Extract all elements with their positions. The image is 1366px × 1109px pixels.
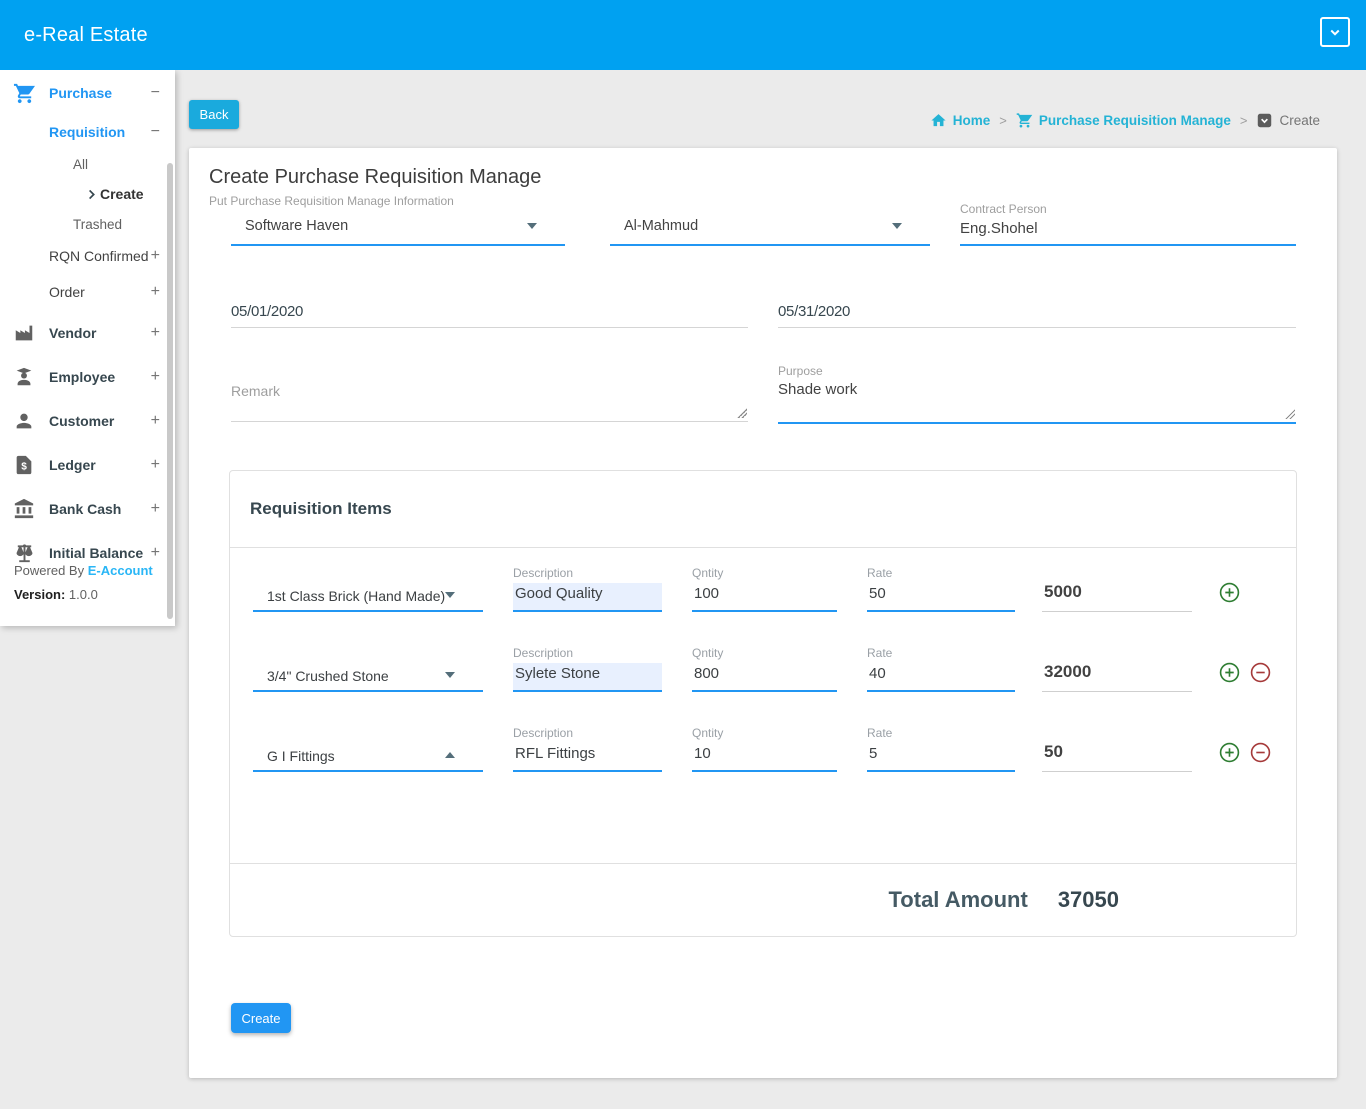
expand-icon[interactable]: + (151, 456, 160, 474)
remove-row-icon[interactable] (1249, 661, 1272, 684)
contract-person-field[interactable]: Contract Person Eng.Shohel (960, 202, 1296, 246)
sidebar-item-employee[interactable]: Employee + (0, 355, 175, 399)
add-row-icon[interactable] (1218, 581, 1241, 604)
person-icon (13, 410, 36, 433)
sidebar-item-all[interactable]: All (0, 149, 175, 179)
expand-icon[interactable]: + (151, 283, 160, 301)
requisition-item-row: G I Fittings Description RFL Fittings Qn… (230, 708, 1296, 788)
sidebar-item-create[interactable]: Create (0, 179, 175, 209)
svg-text:$: $ (21, 461, 27, 472)
sidebar-footer: Powered By E-Account Version: 1.0.0 (14, 559, 153, 607)
home-icon (930, 112, 947, 129)
expand-icon[interactable]: + (151, 500, 160, 518)
description-input[interactable]: Description RFL Fittings (513, 726, 662, 772)
create-box-icon (1256, 112, 1273, 129)
breadcrumb-separator: > (999, 113, 1007, 128)
chevron-down-icon (1326, 23, 1344, 41)
collapse-icon[interactable]: − (151, 84, 160, 102)
sidebar-item-requisition[interactable]: Requisition − (0, 115, 175, 149)
description-input[interactable]: Description Good Quality (513, 566, 662, 612)
rate-input[interactable]: Rate 5 (867, 726, 1015, 772)
caret-down-icon (527, 223, 537, 229)
total-amount-label: Total Amount (889, 887, 1028, 913)
factory-icon (13, 322, 36, 345)
start-date-input[interactable]: 05/01/2020 (231, 300, 748, 328)
app-title: e-Real Estate (24, 24, 148, 47)
requisition-item-row: 1st Class Brick (Hand Made) Description … (230, 548, 1296, 628)
breadcrumb: Home > Purchase Requisition Manage > Cre… (930, 112, 1320, 129)
page-subtitle: Put Purchase Requisition Manage Informat… (209, 194, 454, 208)
cart-icon (1016, 112, 1033, 129)
chevron-right-icon (84, 187, 99, 202)
graduate-icon (13, 366, 36, 389)
requested-by-select[interactable]: Al-Mahmud (610, 208, 930, 246)
qntity-input[interactable]: Qntity 800 (692, 646, 837, 692)
remark-textarea[interactable]: Remark (231, 376, 748, 422)
sidebar-item-order[interactable]: Order + (0, 273, 175, 311)
sidebar-item-trashed[interactable]: Trashed (0, 209, 175, 239)
requisition-item-row: 3/4" Crushed Stone Description Sylete St… (230, 628, 1296, 708)
expand-icon[interactable]: + (151, 368, 160, 386)
breadcrumb-section[interactable]: Purchase Requisition Manage (1016, 112, 1231, 129)
total-section: Total Amount 37050 (230, 863, 1296, 936)
breadcrumb-current: Create (1256, 112, 1320, 129)
add-row-icon[interactable] (1218, 741, 1241, 764)
purpose-textarea[interactable]: Purpose Shade work (778, 364, 1296, 424)
caret-up-icon (445, 752, 455, 758)
item-select[interactable]: G I Fittings (253, 740, 483, 772)
line-amount: 5000 (1042, 582, 1192, 612)
line-amount: 32000 (1042, 662, 1192, 692)
expand-icon[interactable]: + (151, 324, 160, 342)
version-value: 1.0.0 (69, 587, 98, 602)
page-title: Create Purchase Requisition Manage (209, 166, 541, 189)
rate-input[interactable]: Rate 40 (867, 646, 1015, 692)
rate-input[interactable]: Rate 50 (867, 566, 1015, 612)
create-button[interactable]: Create (231, 1003, 291, 1033)
sidebar-item-ledger[interactable]: $ Ledger + (0, 443, 175, 487)
main-card: Create Purchase Requisition Manage Put P… (189, 148, 1337, 1078)
add-row-icon[interactable] (1218, 661, 1241, 684)
sidebar-scrollbar[interactable] (167, 163, 173, 619)
remark-placeholder: Remark (231, 383, 280, 399)
line-amount: 50 (1042, 742, 1192, 772)
resize-handle[interactable] (737, 408, 747, 418)
requisition-items-section: Requisition Items 1st Class Brick (Hand … (229, 470, 1297, 937)
description-input[interactable]: Description Sylete Stone (513, 646, 662, 692)
end-date-input[interactable]: 05/31/2020 (778, 300, 1296, 328)
bank-icon (13, 498, 36, 521)
resize-handle[interactable] (1285, 409, 1295, 419)
requisition-items-header: Requisition Items (230, 471, 1296, 548)
e-account-link[interactable]: E-Account (88, 563, 153, 578)
app-header: e-Real Estate (0, 0, 1366, 70)
header-dropdown-button[interactable] (1320, 17, 1350, 47)
section-title: Requisition Items (250, 499, 392, 519)
powered-by-label: Powered By (14, 563, 84, 578)
sidebar-nav: Purchase − Requisition − All Create Tras… (0, 70, 175, 575)
cart-icon (13, 82, 36, 105)
item-select[interactable]: 3/4" Crushed Stone (253, 660, 483, 692)
total-amount-value: 37050 (1058, 887, 1119, 913)
version-label: Version: (14, 587, 65, 602)
ledger-icon: $ (13, 454, 36, 477)
item-select[interactable]: 1st Class Brick (Hand Made) (253, 580, 483, 612)
expand-icon[interactable]: + (151, 412, 160, 430)
qntity-input[interactable]: Qntity 10 (692, 726, 837, 772)
caret-down-icon (445, 592, 455, 598)
qntity-input[interactable]: Qntity 100 (692, 566, 837, 612)
sidebar-item-rqn-confirmed[interactable]: RQN Confirmed + (0, 239, 175, 273)
breadcrumb-home[interactable]: Home (930, 112, 991, 129)
breadcrumb-separator: > (1240, 113, 1248, 128)
sidebar: Purchase − Requisition − All Create Tras… (0, 70, 175, 626)
project-select[interactable]: Software Haven (231, 208, 565, 246)
sidebar-item-vendor[interactable]: Vendor + (0, 311, 175, 355)
caret-down-icon (445, 672, 455, 678)
remove-row-icon[interactable] (1249, 741, 1272, 764)
back-button[interactable]: Back (189, 100, 239, 129)
sidebar-item-bank-cash[interactable]: Bank Cash + (0, 487, 175, 531)
sidebar-item-customer[interactable]: Customer + (0, 399, 175, 443)
sidebar-item-purchase[interactable]: Purchase − (0, 71, 175, 115)
caret-down-icon (892, 223, 902, 229)
expand-icon[interactable]: + (151, 247, 160, 265)
collapse-icon[interactable]: − (151, 123, 160, 141)
